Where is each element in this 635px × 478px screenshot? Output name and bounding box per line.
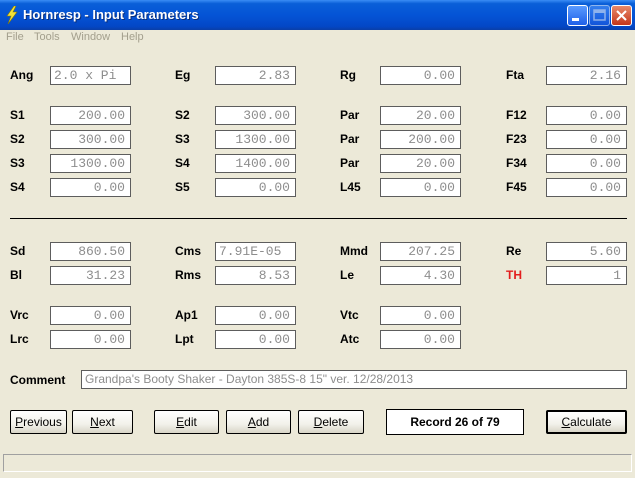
label-mmd: Mmd — [340, 244, 368, 258]
menu-bar: File Tools Window Help — [0, 30, 635, 46]
label-lrc: Lrc — [10, 332, 29, 346]
label-vtc: Vtc — [340, 308, 359, 322]
next-button[interactable]: Next — [72, 410, 133, 434]
label-ang: Ang — [10, 68, 34, 82]
label-par-3: Par — [340, 156, 360, 170]
label-comment: Comment — [10, 373, 66, 387]
label-f34: F34 — [506, 156, 527, 170]
field-lrc[interactable]: 0.00 — [50, 330, 131, 349]
comment-field[interactable]: Grandpa's Booty Shaker - Dayton 385S-8 1… — [81, 370, 627, 389]
calculate-button[interactable]: Calculate — [546, 410, 627, 434]
field-par-3[interactable]: 20.00 — [380, 154, 461, 173]
minimize-icon — [572, 18, 579, 21]
field-s2-seg2[interactable]: 300.00 — [50, 130, 131, 149]
field-s4[interactable]: 1400.00 — [215, 154, 296, 173]
field-cms[interactable]: 7.91E-05 — [215, 242, 296, 261]
field-s2[interactable]: 300.00 — [215, 106, 296, 125]
field-fta[interactable]: 2.16 — [546, 66, 627, 85]
field-lpt[interactable]: 0.00 — [215, 330, 296, 349]
field-par-1[interactable]: 20.00 — [380, 106, 461, 125]
label-atc: Atc — [340, 332, 360, 346]
edit-button[interactable]: Edit — [154, 410, 219, 434]
label-cms: Cms — [175, 244, 202, 258]
menu-file[interactable]: File — [6, 31, 24, 43]
label-vrc: Vrc — [10, 308, 29, 322]
label-bl: Bl — [10, 268, 22, 282]
field-s4-seg4[interactable]: 0.00 — [50, 178, 131, 197]
label-s5: S5 — [175, 180, 190, 194]
label-ap1: Ap1 — [175, 308, 198, 322]
window-title: Hornresp - Input Parameters — [23, 7, 199, 22]
menu-help[interactable]: Help — [121, 31, 144, 43]
close-button[interactable] — [611, 5, 632, 26]
menu-tools[interactable]: Tools — [34, 31, 60, 43]
field-f45[interactable]: 0.00 — [546, 178, 627, 197]
add-button[interactable]: Add — [226, 410, 291, 434]
field-s1[interactable]: 200.00 — [50, 106, 131, 125]
close-icon — [616, 10, 627, 21]
field-vtc[interactable]: 0.00 — [380, 306, 461, 325]
field-l45[interactable]: 0.00 — [380, 178, 461, 197]
label-s2: S2 — [175, 108, 190, 122]
label-le: Le — [340, 268, 355, 282]
field-rg[interactable]: 0.00 — [380, 66, 461, 85]
label-par-1: Par — [340, 108, 360, 122]
delete-button[interactable]: Delete — [298, 410, 364, 434]
field-sd[interactable]: 860.50 — [50, 242, 131, 261]
field-s5[interactable]: 0.00 — [215, 178, 296, 197]
label-s3-seg3: S3 — [10, 156, 25, 170]
label-s4: S4 — [175, 156, 190, 170]
label-par-2: Par — [340, 132, 360, 146]
label-sd: Sd — [10, 244, 26, 258]
field-vrc[interactable]: 0.00 — [50, 306, 131, 325]
label-f23: F23 — [506, 132, 527, 146]
field-ap1[interactable]: 0.00 — [215, 306, 296, 325]
label-f45: F45 — [506, 180, 527, 194]
field-ang[interactable]: 2.0 x Pi — [50, 66, 131, 85]
maximize-icon — [593, 9, 606, 21]
label-l45: L45 — [340, 180, 361, 194]
field-re[interactable]: 5.60 — [546, 242, 627, 261]
label-fta: Fta — [506, 68, 524, 82]
label-rms: Rms — [175, 268, 202, 282]
label-eg: Eg — [175, 68, 191, 82]
menu-window[interactable]: Window — [71, 31, 110, 43]
hornresp-window: Hornresp - Input Parameters File Tools W… — [0, 0, 635, 478]
label-s2-seg2: S2 — [10, 132, 25, 146]
field-s3[interactable]: 1300.00 — [215, 130, 296, 149]
label-rg: Rg — [340, 68, 356, 82]
title-bar[interactable]: Hornresp - Input Parameters — [0, 0, 635, 30]
status-bar — [3, 454, 632, 472]
section-divider — [10, 218, 627, 219]
field-bl[interactable]: 31.23 — [50, 266, 131, 285]
field-rms[interactable]: 8.53 — [215, 266, 296, 285]
field-f34[interactable]: 0.00 — [546, 154, 627, 173]
label-s4-seg4: S4 — [10, 180, 25, 194]
field-par-2[interactable]: 200.00 — [380, 130, 461, 149]
label-re: Re — [506, 244, 522, 258]
field-le[interactable]: 4.30 — [380, 266, 461, 285]
maximize-button[interactable] — [589, 5, 610, 26]
field-eg[interactable]: 2.83 — [215, 66, 296, 85]
field-mmd[interactable]: 207.25 — [380, 242, 461, 261]
label-th: TH — [506, 268, 522, 282]
lightning-icon — [6, 6, 18, 24]
field-atc[interactable]: 0.00 — [380, 330, 461, 349]
label-lpt: Lpt — [175, 332, 194, 346]
previous-button[interactable]: Previous — [10, 410, 67, 434]
field-f23[interactable]: 0.00 — [546, 130, 627, 149]
label-s3: S3 — [175, 132, 190, 146]
record-indicator: Record 26 of 79 — [386, 409, 524, 435]
minimize-button[interactable] — [567, 5, 588, 26]
field-s3-seg3[interactable]: 1300.00 — [50, 154, 131, 173]
field-f12[interactable]: 0.00 — [546, 106, 627, 125]
field-th[interactable]: 1 — [546, 266, 627, 285]
label-s1: S1 — [10, 108, 25, 122]
label-f12: F12 — [506, 108, 527, 122]
